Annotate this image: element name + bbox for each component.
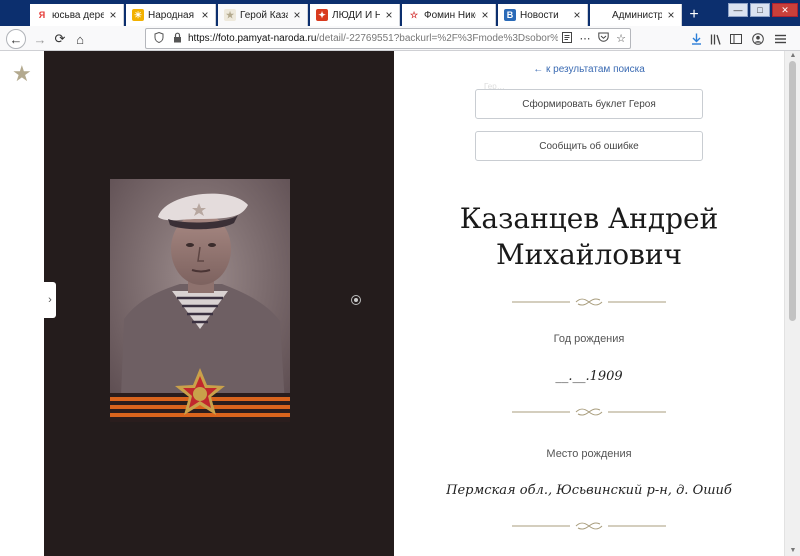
tab-close-icon[interactable]: ×: [571, 8, 583, 22]
account-icon[interactable]: [748, 29, 768, 49]
pocket-icon[interactable]: [594, 32, 612, 45]
tab-title: ЛЮДИ И НАГР…: [332, 9, 380, 21]
tab-7[interactable]: Административны…×: [590, 4, 682, 26]
forward-button[interactable]: →: [30, 29, 50, 49]
tab-title: юсьва деревни: [52, 9, 104, 21]
tab-title: Народная энци…: [148, 9, 196, 21]
new-tab-button[interactable]: +: [684, 5, 704, 25]
reload-button[interactable]: ⟳: [50, 29, 70, 49]
scroll-up-arrow-icon[interactable]: ▲: [785, 51, 800, 61]
hero-portrait-photo[interactable]: [110, 179, 290, 422]
tab-4[interactable]: ✦ ЛЮДИ И НАГР…×: [310, 4, 400, 26]
address-bar[interactable]: https://foto.pamyat-naroda.ru/detail/-22…: [145, 28, 631, 49]
tab-2[interactable]: ☀ Народная энци…×: [126, 4, 216, 26]
tab-1[interactable]: Яюсьва деревни×: [30, 4, 124, 26]
hero-patronymic-line: Михайлович: [495, 238, 683, 271]
tab-favicon-icon: ✦: [316, 9, 328, 21]
hero-name: Казанцев Андрей Михайлович: [394, 201, 784, 273]
left-gutter: ★: [0, 51, 44, 556]
page-actions-icon[interactable]: ⋯: [576, 32, 594, 45]
generate-booklet-button[interactable]: Сформировать буклет Героя: [475, 89, 703, 119]
minimize-button[interactable]: —: [728, 3, 748, 17]
tab-close-icon[interactable]: ×: [107, 8, 119, 22]
tab-close-icon[interactable]: ×: [291, 8, 303, 22]
scrollbar-thumb[interactable]: [789, 61, 796, 321]
tab-close-icon[interactable]: ×: [479, 8, 491, 22]
tab-favicon-icon: ☆: [409, 9, 419, 20]
maximize-button[interactable]: □: [750, 3, 770, 17]
close-window-button[interactable]: ✕: [772, 3, 798, 17]
tab-favicon-icon: ☀: [132, 9, 144, 21]
birth-year-value: __.__.1909: [555, 369, 623, 384]
sidebar-icon[interactable]: [726, 29, 746, 49]
hero-details-pane: ← к результатам поиска Гер… Сформировать…: [394, 51, 784, 556]
home-button[interactable]: ⌂: [70, 29, 90, 49]
tab-favicon-icon: Я: [38, 10, 46, 20]
chevron-right-icon[interactable]: ›: [44, 282, 56, 318]
tab-close-icon[interactable]: ×: [199, 8, 211, 22]
tab-title: Административны…: [612, 9, 662, 21]
birth-year-label: Год рождения: [553, 333, 625, 345]
birth-place-label: Место рождения: [546, 448, 632, 460]
url-text: https://foto.pamyat-naroda.ru/detail/-22…: [188, 33, 558, 44]
library-icon[interactable]: [706, 29, 726, 49]
page-content: ★ › ← к результатам поиска Гер… Сформиро…: [0, 51, 800, 556]
birth-place-value: Пермская обл., Юсьвинский р-н, д. Ошиб: [446, 483, 732, 498]
bookmark-star-icon[interactable]: ☆: [612, 32, 630, 45]
navigation-bar: ← → ⟳ ⌂ https://foto.pamyat-naroda.ru/de…: [0, 26, 800, 51]
reader-view-icon[interactable]: [558, 31, 576, 46]
scroll-down-arrow-icon[interactable]: ▼: [785, 546, 800, 556]
tracking-shield-icon[interactable]: [152, 31, 166, 46]
tab-3[interactable]: ★ Герой Казанце…×: [218, 4, 308, 26]
ornament-divider: [512, 408, 666, 416]
ornament-divider: [512, 522, 666, 530]
lock-icon[interactable]: [170, 32, 184, 46]
back-button[interactable]: ←: [6, 29, 26, 49]
download-icon[interactable]: [686, 29, 706, 49]
tab-favicon-icon: [596, 9, 608, 21]
menu-icon[interactable]: [770, 29, 790, 49]
target-icon[interactable]: [351, 295, 361, 305]
ornament-divider: [512, 298, 666, 306]
star-logo-icon[interactable]: ★: [12, 63, 32, 85]
hero-surname-line: Казанцев Андрей: [459, 202, 719, 235]
tab-close-icon[interactable]: ×: [665, 8, 677, 22]
report-error-button[interactable]: Сообщить об ошибке: [475, 131, 703, 161]
tab-5[interactable]: ☆ Фомин Никола…×: [402, 4, 496, 26]
tab-title: Фомин Никола…: [424, 9, 476, 21]
tab-close-icon[interactable]: ×: [383, 8, 395, 22]
tab-favicon-icon: ★: [224, 9, 236, 21]
tab-title: Новости: [520, 9, 559, 21]
back-to-results-link[interactable]: ← к результатам поиска: [394, 64, 784, 75]
tab-strip: Яюсьва деревни×☀Народная энци…×★Герой Ка…: [0, 0, 800, 26]
vertical-scrollbar[interactable]: ▲ ▼: [784, 51, 800, 556]
tab-title: Герой Казанце…: [240, 9, 288, 21]
tab-6[interactable]: В Новости ×: [498, 4, 588, 26]
tab-favicon-icon: В: [504, 9, 516, 21]
